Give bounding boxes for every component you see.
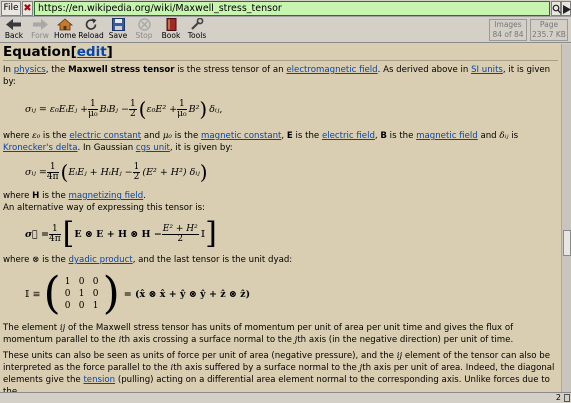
- save-label: Save: [108, 31, 128, 40]
- link-magnetic-constant[interactable]: magnetic constant: [201, 131, 281, 141]
- alternative-paragraph: An alternative way of expressing this te…: [3, 203, 206, 213]
- tab-counter-box-icon[interactable]: [564, 394, 570, 402]
- link-electric-constant[interactable]: electric constant: [69, 131, 141, 141]
- page-label: Page: [539, 20, 559, 29]
- link-electric-field[interactable]: electric field: [322, 131, 375, 141]
- force-interpretation-paragraph: These units can also be seen as units of…: [3, 351, 555, 392]
- url-bar-row: File ✖: [0, 0, 571, 17]
- link-dyadic-product[interactable]: dyadic product: [69, 255, 133, 265]
- scrollbar-thumb[interactable]: [563, 230, 571, 256]
- equation-si-stress-tensor: σᵢⱼ = ε₀EᵢEⱼ + 1 μ₀ BᵢBⱼ − 12 ( ε₀E² + 1μ…: [25, 97, 223, 121]
- url-input[interactable]: [34, 1, 550, 16]
- stop-label: Stop: [135, 31, 153, 40]
- forward-arrow-icon: [33, 19, 48, 30]
- magnetizing-paragraph: where H is the magnetizing field.: [3, 191, 146, 201]
- symbol-mu0: μ₀: [162, 131, 172, 141]
- link-magnetic-field[interactable]: magnetic field: [416, 131, 478, 141]
- book-icon: [166, 18, 176, 31]
- equation-gaussian-stress-tensor: σᵢⱼ = 1 4π ( EᵢEⱼ + HᵢHⱼ − 12 (E² + H²) δ…: [25, 160, 208, 184]
- home-label: Home: [54, 31, 77, 40]
- definitions-paragraph: where ε₀ is the electric constant and μ₀…: [3, 131, 519, 153]
- images-label: Images: [494, 20, 522, 29]
- back-button[interactable]: Back: [2, 18, 26, 42]
- stop-button[interactable]: Stop: [133, 18, 155, 42]
- symbol-delta: δᵢⱼ: [499, 131, 509, 141]
- status-bar: 2: [0, 392, 571, 403]
- element-units-paragraph: The element ij of the Maxwell stress ten…: [3, 323, 514, 345]
- page-size: 235.7 KB: [532, 29, 566, 39]
- page-content: Equation[edit] In physics, the Maxwell s…: [0, 44, 561, 392]
- link-si-units[interactable]: SI units: [471, 65, 503, 75]
- link-electromagnetic-field[interactable]: electromagnetic field: [286, 65, 377, 75]
- toolbar: Back Forw Home Reload Save Stop Book Too…: [0, 17, 571, 43]
- home-icon: [57, 18, 73, 31]
- file-menu-button[interactable]: File: [1, 1, 21, 16]
- forward-button[interactable]: Forw: [28, 18, 52, 42]
- link-physics[interactable]: physics: [14, 65, 46, 75]
- link-tension[interactable]: tension: [83, 375, 115, 385]
- dyadic-paragraph: where ⊗ is the dyadic product, and the l…: [3, 255, 293, 265]
- wrench-icon: [191, 18, 204, 30]
- close-tab-button[interactable]: ✖: [22, 1, 33, 16]
- images-counter: Images 84 of 84: [489, 19, 527, 41]
- images-count: 84 of 84: [492, 29, 524, 39]
- section-title: Equation: [3, 44, 71, 60]
- back-label: Back: [4, 31, 24, 40]
- identity-matrix: 100 010 001: [64, 277, 99, 311]
- intro-paragraph: In physics, the Maxwell stress tensor is…: [3, 65, 551, 87]
- heading-divider: [3, 60, 558, 61]
- vertical-scrollbar[interactable]: [561, 44, 571, 392]
- play-icon: [563, 5, 571, 14]
- save-button[interactable]: Save: [107, 18, 129, 42]
- reload-icon: [85, 18, 97, 30]
- search-icon: [552, 4, 561, 14]
- home-button[interactable]: Home: [54, 18, 76, 42]
- bookmarks-button[interactable]: Book: [160, 18, 182, 42]
- symbol-epsilon0: ε₀: [32, 131, 41, 141]
- link-magnetizing-field[interactable]: magnetizing field: [69, 191, 144, 201]
- search-button[interactable]: [551, 1, 561, 16]
- section-heading: Equation[edit]: [3, 44, 113, 60]
- edit-section-link[interactable]: edit: [77, 44, 107, 60]
- equation-dyadic-form: σ⃡ = 1 4π [ E ⊗ E + H ⊗ H − E² + H² 2 𝕀 ]: [25, 216, 217, 251]
- link-kronecker-delta[interactable]: Kronecker's delta: [3, 143, 78, 153]
- term-maxwell-stress-tensor: Maxwell stress tensor: [68, 65, 175, 75]
- back-arrow-icon: [6, 19, 21, 30]
- page-size-indicator: Page 235.7 KB: [530, 19, 568, 41]
- tools-button[interactable]: Tools: [185, 18, 209, 42]
- reload-button[interactable]: Reload: [78, 18, 104, 42]
- floppy-disk-icon: [111, 18, 125, 31]
- stop-icon: [137, 18, 151, 31]
- book-label: Book: [161, 31, 181, 40]
- link-cgs-unit[interactable]: cgs unit: [136, 143, 170, 153]
- forward-label: Forw: [31, 31, 49, 40]
- equation-unit-dyad: 𝕀 ≡ ( 100 010 001 ) = (x̂ ⊗ x̂ + ŷ ⊗ ŷ +…: [25, 268, 251, 319]
- go-button[interactable]: [561, 1, 571, 16]
- reload-label: Reload: [78, 31, 104, 40]
- tab-counter: 2: [555, 393, 561, 402]
- tools-label: Tools: [187, 31, 207, 40]
